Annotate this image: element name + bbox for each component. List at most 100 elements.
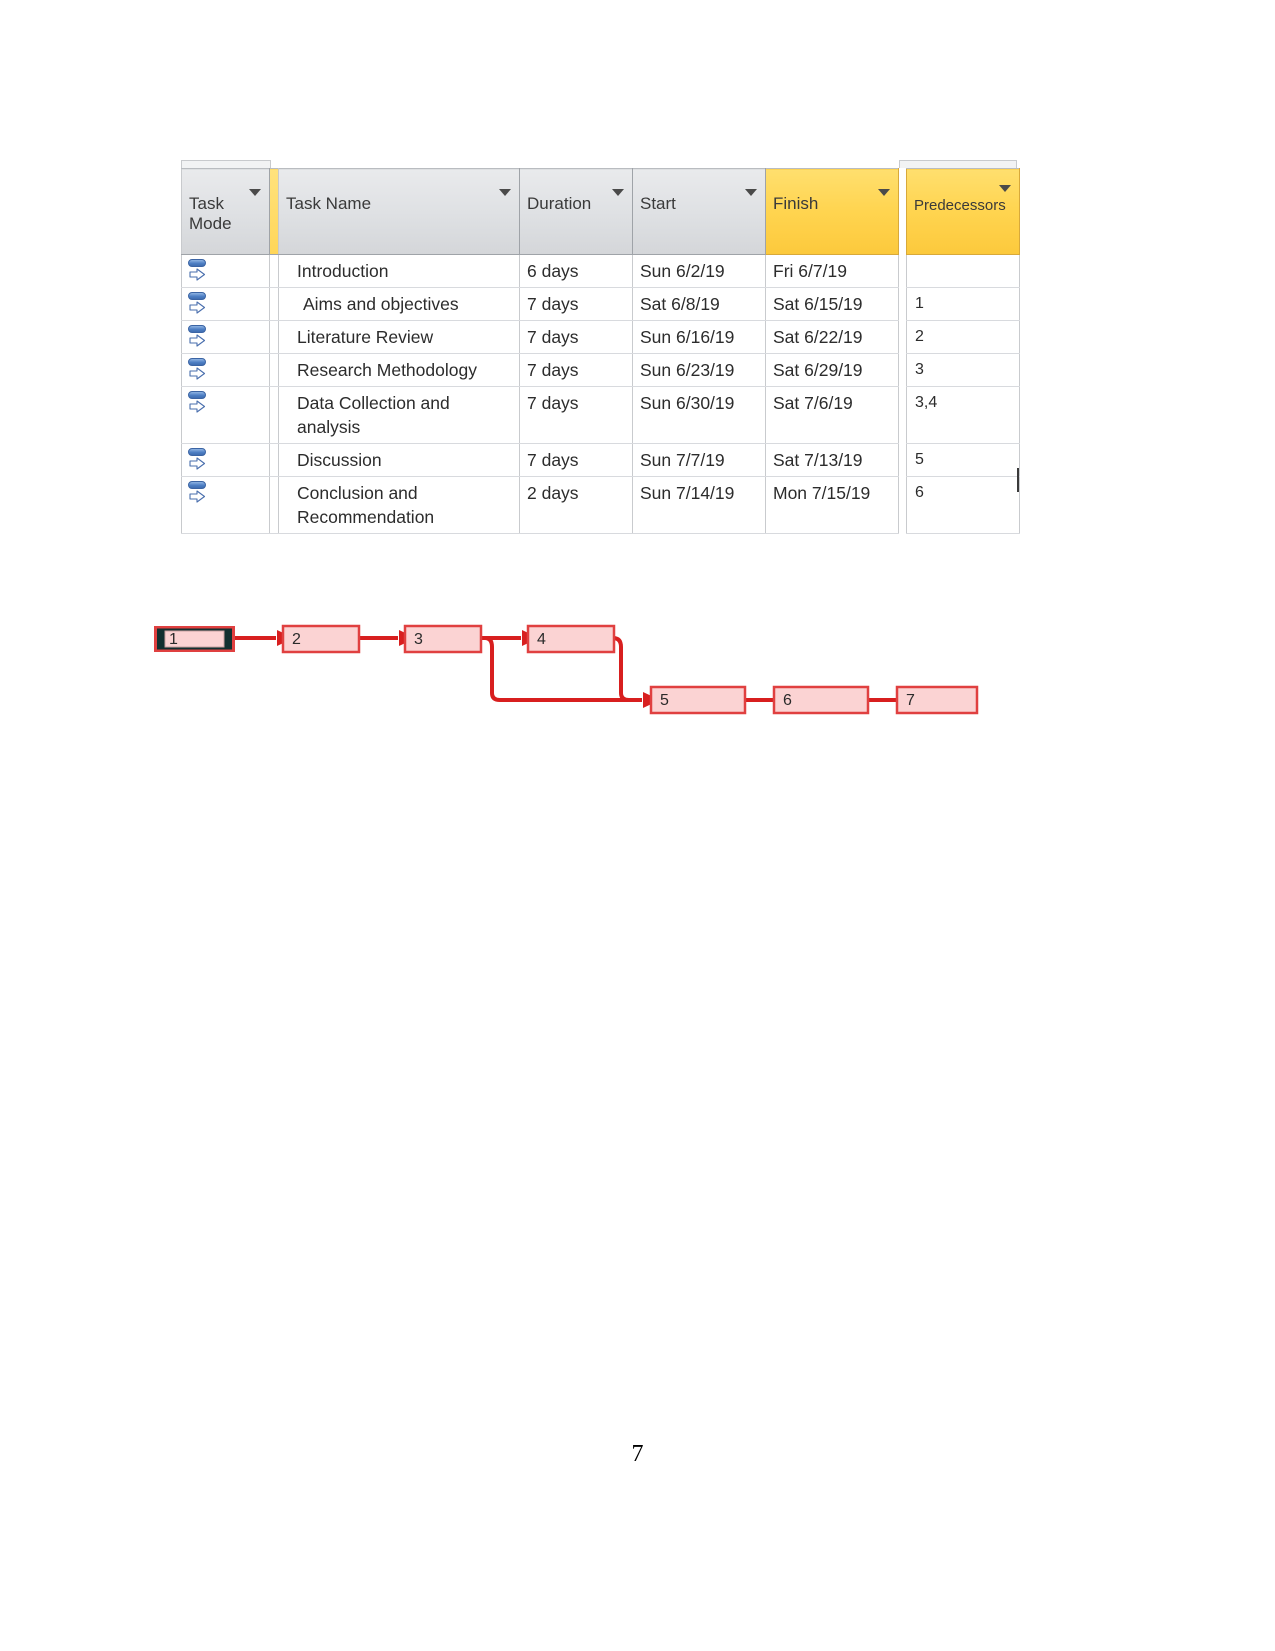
manually-scheduled-icon	[187, 390, 209, 413]
chevron-down-icon[interactable]	[499, 189, 511, 196]
chevron-down-icon[interactable]	[878, 189, 890, 196]
cell-start[interactable]: Sun 6/30/19	[632, 386, 766, 444]
network-node-1[interactable]: 1	[154, 626, 235, 652]
column-header-indicators[interactable]	[269, 168, 279, 255]
cell-gap	[898, 287, 907, 321]
cell-task-name[interactable]: Literature Review	[278, 320, 520, 354]
cell-start[interactable]: Sun 6/2/19	[632, 254, 766, 288]
table-row[interactable]: Introduction 6 days Sun 6/2/19 Fri 6/7/1…	[181, 254, 1020, 288]
table-row[interactable]: Conclusion and Recommendation 2 days Sun…	[181, 476, 1020, 534]
cell-finish[interactable]: Sat 7/13/19	[765, 443, 899, 477]
cell-task-name[interactable]: Introduction	[278, 254, 520, 288]
cell-finish[interactable]: Sat 6/29/19	[765, 353, 899, 387]
cell-indicator[interactable]	[269, 386, 279, 444]
cell-indicator[interactable]	[269, 254, 279, 288]
cell-duration[interactable]: 7 days	[519, 287, 633, 321]
column-header-task-name-label: Task Name	[286, 194, 372, 213]
cell-start[interactable]: Sun 7/7/19	[632, 443, 766, 477]
cell-task-mode[interactable]	[181, 353, 270, 387]
cell-start[interactable]: Sun 6/23/19	[632, 353, 766, 387]
manually-scheduled-icon	[187, 447, 209, 470]
project-task-grid: Task Mode Task Name Duration Start Finis…	[181, 160, 1020, 534]
column-header-duration[interactable]: Duration	[519, 168, 633, 255]
network-node-2[interactable]: 2	[281, 624, 361, 654]
column-header-finish-label: Finish	[773, 194, 819, 213]
column-header-gap	[898, 168, 907, 255]
cell-start[interactable]: Sat 6/8/19	[632, 287, 766, 321]
cell-duration[interactable]: 2 days	[519, 476, 633, 534]
column-header-duration-label: Duration	[527, 194, 592, 213]
node-3-label: 3	[414, 631, 423, 648]
cell-indicator[interactable]	[269, 443, 279, 477]
cell-indicator[interactable]	[269, 353, 279, 387]
chevron-down-icon[interactable]	[745, 189, 757, 196]
cell-duration[interactable]: 7 days	[519, 353, 633, 387]
cell-predecessors[interactable]: 3	[906, 353, 1020, 387]
cell-gap	[898, 443, 907, 477]
table-row[interactable]: Literature Review 7 days Sun 6/16/19 Sat…	[181, 320, 1020, 354]
cell-task-mode[interactable]	[181, 287, 270, 321]
cell-predecessors[interactable]: 3,4	[906, 386, 1020, 444]
cell-gap	[898, 476, 907, 534]
precedence-network-diagram: 1 2 3 4 5 6 7	[140, 605, 1010, 740]
table-row[interactable]: Data Collection and analysis 7 days Sun …	[181, 386, 1020, 444]
cell-predecessors[interactable]: 2	[906, 320, 1020, 354]
page-number: 7	[631, 1441, 644, 1467]
cell-indicator[interactable]	[269, 287, 279, 321]
cell-start[interactable]: Sun 7/14/19	[632, 476, 766, 534]
manually-scheduled-icon	[187, 357, 209, 380]
cell-finish[interactable]: Sat 6/15/19	[765, 287, 899, 321]
cell-duration[interactable]: 7 days	[519, 443, 633, 477]
chevron-down-icon[interactable]	[999, 185, 1011, 192]
cell-task-mode[interactable]	[181, 254, 270, 288]
cell-finish[interactable]: Sat 7/6/19	[765, 386, 899, 444]
cell-gap	[898, 386, 907, 444]
table-row[interactable]: Aims and objectives 7 days Sat 6/8/19 Sa…	[181, 287, 1020, 321]
cell-task-name[interactable]: Discussion	[278, 443, 520, 477]
task-table-body: Introduction 6 days Sun 6/2/19 Fri 6/7/1…	[181, 254, 1020, 534]
table-row[interactable]: Research Methodology 7 days Sun 6/23/19 …	[181, 353, 1020, 387]
cell-predecessors[interactable]	[906, 254, 1020, 288]
cell-task-mode[interactable]	[181, 320, 270, 354]
chevron-down-icon[interactable]	[612, 189, 624, 196]
manually-scheduled-icon	[187, 324, 209, 347]
cell-indicator[interactable]	[269, 476, 279, 534]
cell-predecessors[interactable]: 6	[906, 476, 1020, 534]
cell-start[interactable]: Sun 6/16/19	[632, 320, 766, 354]
cell-predecessors[interactable]: 5	[906, 443, 1020, 477]
cell-task-name[interactable]: Conclusion and Recommendation	[278, 476, 520, 534]
chevron-down-icon[interactable]	[249, 189, 261, 196]
cell-task-mode[interactable]	[181, 386, 270, 444]
cell-predecessors[interactable]: 1	[906, 287, 1020, 321]
column-header-finish[interactable]: Finish	[765, 168, 899, 255]
cell-duration[interactable]: 7 days	[519, 386, 633, 444]
cell-finish[interactable]: Fri 6/7/19	[765, 254, 899, 288]
column-header-predecessors[interactable]: Predecessors	[906, 168, 1020, 255]
manually-scheduled-icon	[187, 291, 209, 314]
cell-gap	[898, 320, 907, 354]
column-header-task-mode[interactable]: Task Mode	[181, 168, 270, 255]
column-header-task-name[interactable]: Task Name	[278, 168, 520, 255]
cell-finish[interactable]: Sat 6/22/19	[765, 320, 899, 354]
network-node-5[interactable]: 5	[649, 685, 747, 715]
network-diagram-canvas: 1 2 3 4 5 6 7	[154, 624, 979, 715]
network-node-3[interactable]: 3	[403, 624, 483, 654]
cell-duration[interactable]: 7 days	[519, 320, 633, 354]
cell-task-name[interactable]: Aims and objectives	[278, 287, 520, 321]
cell-task-name[interactable]: Research Methodology	[278, 353, 520, 387]
grid-top-strip-left	[181, 160, 271, 168]
network-node-4[interactable]: 4	[526, 624, 616, 654]
cell-finish[interactable]: Mon 7/15/19	[765, 476, 899, 534]
cell-task-name[interactable]: Data Collection and analysis	[278, 386, 520, 444]
cell-duration[interactable]: 6 days	[519, 254, 633, 288]
column-header-start[interactable]: Start	[632, 168, 766, 255]
cell-task-mode[interactable]	[181, 443, 270, 477]
cell-indicator[interactable]	[269, 320, 279, 354]
link-4-5	[612, 636, 642, 702]
table-row[interactable]: Discussion 7 days Sun 7/7/19 Sat 7/13/19…	[181, 443, 1020, 477]
node-6-label: 6	[783, 692, 792, 709]
node-4-label: 4	[537, 631, 546, 648]
network-node-6[interactable]: 6	[772, 685, 870, 715]
cell-task-mode[interactable]	[181, 476, 270, 534]
network-node-7[interactable]: 7	[895, 685, 979, 715]
